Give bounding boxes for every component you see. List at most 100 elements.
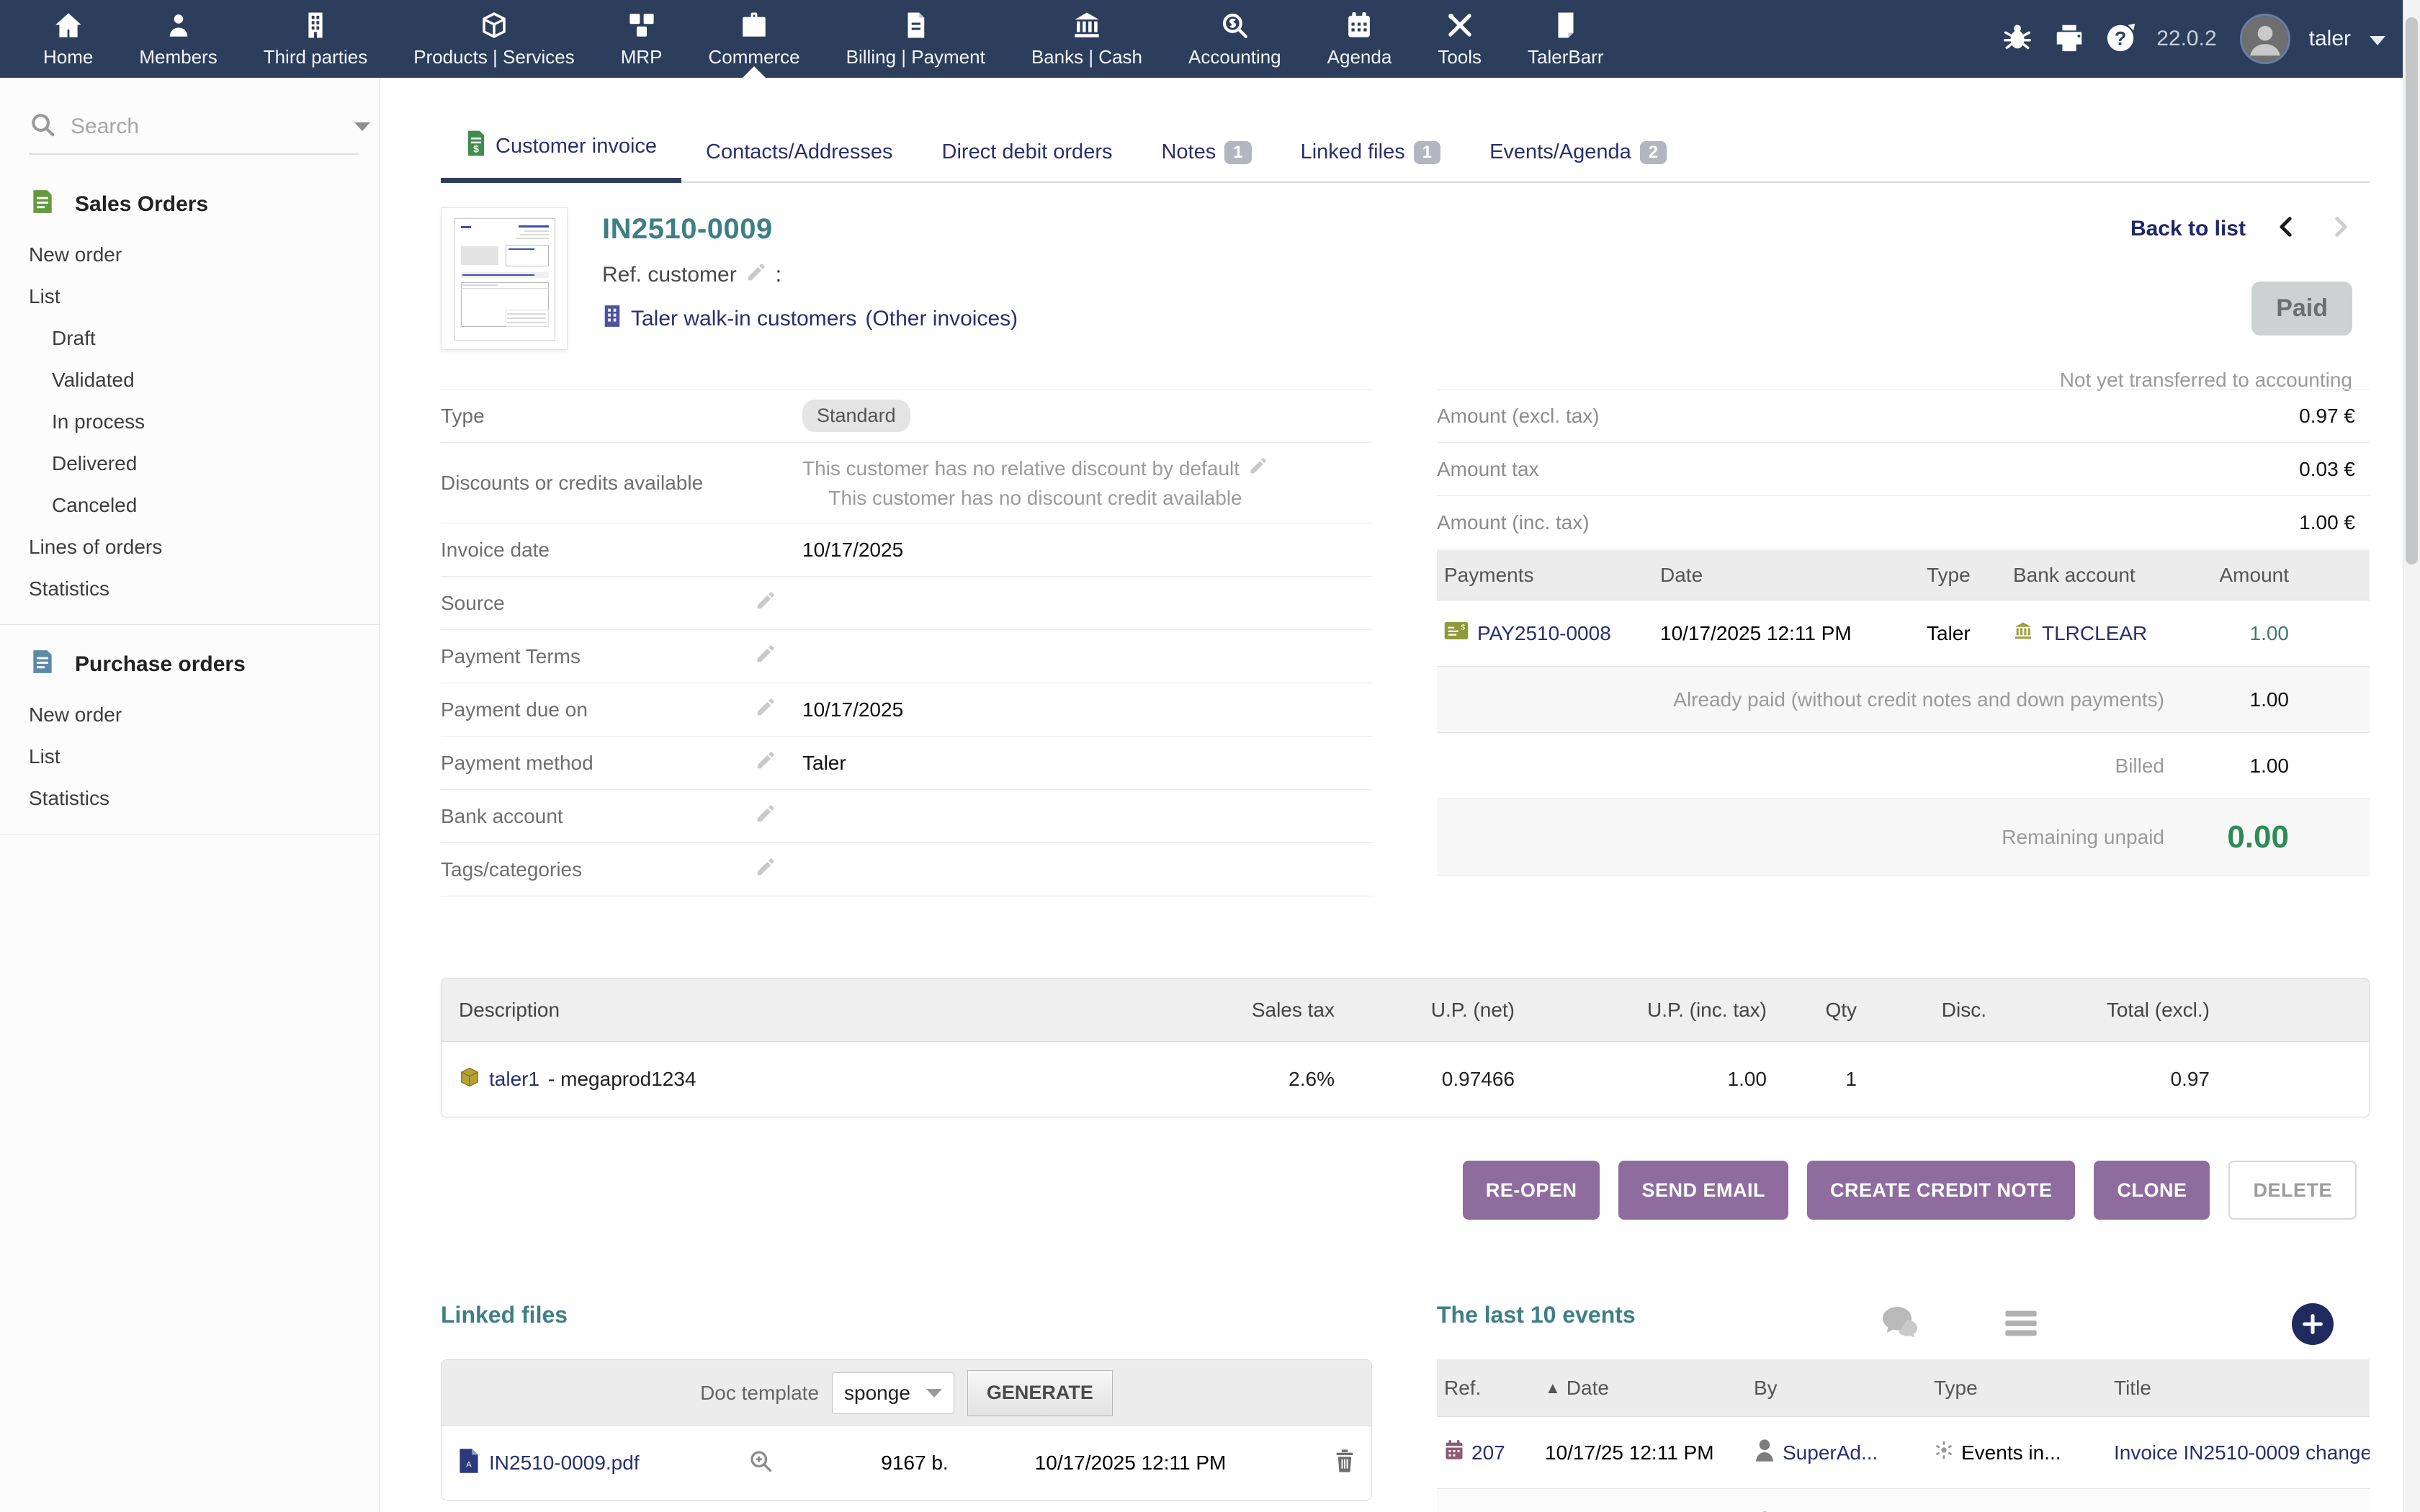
scrollbar-thumb[interactable]: [2406, 17, 2418, 564]
column-header: Amount: [2208, 564, 2370, 587]
mrp-icon: [627, 10, 657, 40]
pencil-icon[interactable]: [755, 803, 776, 829]
sidebar-item-validated[interactable]: Validated: [0, 359, 380, 401]
tab-events-agenda[interactable]: Events/Agenda2: [1465, 140, 1691, 183]
sidebar-item-po-new-order[interactable]: New order: [0, 694, 380, 736]
sidebar-item-po-list[interactable]: List: [0, 736, 380, 778]
nav-billing-payment[interactable]: Billing | Payment: [823, 0, 1008, 78]
company-link[interactable]: Taler walk-in customers: [631, 307, 856, 331]
nav-agenda[interactable]: Agenda: [1304, 0, 1415, 78]
sidebar-item-new-order[interactable]: New order: [0, 234, 380, 276]
pencil-icon[interactable]: [755, 590, 776, 616]
svg-text:$: $: [1461, 624, 1465, 632]
sort-asc-icon[interactable]: ▲: [1545, 1379, 1561, 1398]
sidebar-item-po-statistics[interactable]: Statistics: [0, 778, 380, 819]
invoice-thumbnail-page: [454, 218, 555, 341]
field-row-payment-due-on: Payment due on 10/17/2025: [441, 683, 1372, 737]
tab-label: Customer invoice: [496, 135, 657, 158]
sidebar-item-canceled[interactable]: Canceled: [0, 485, 380, 526]
prev-icon[interactable]: [2275, 213, 2299, 244]
search-input[interactable]: [71, 114, 349, 139]
payment-ref-link[interactable]: PAY2510-0008: [1477, 622, 1611, 645]
nav-label: Agenda: [1327, 46, 1392, 68]
event-ref-link[interactable]: 207: [1471, 1441, 1505, 1464]
sidebar-item-draft[interactable]: Draft: [0, 318, 380, 359]
event-title-link[interactable]: Invoice IN2510-0009 change: [2114, 1441, 2370, 1464]
chat-icon[interactable]: [1880, 1303, 1920, 1343]
dolibarr-app: Home Members Third parties Products | Se…: [0, 0, 2420, 1512]
tools-icon: [1445, 10, 1475, 40]
nav-home[interactable]: Home: [20, 0, 116, 78]
field-label: Type: [441, 405, 755, 428]
page-scrollbar[interactable]: [2403, 0, 2420, 1512]
help-icon[interactable]: ?: [2105, 21, 2138, 58]
nav-commerce[interactable]: Commerce: [686, 0, 823, 78]
create-credit-note-button[interactable]: CREATE CREDIT NOTE: [1807, 1161, 2076, 1220]
sidebar-item-lines-of-orders[interactable]: Lines of orders: [0, 526, 380, 568]
nav-members[interactable]: Members: [116, 0, 240, 78]
field-row-payment-terms: Payment Terms: [441, 630, 1372, 683]
invoice-thumbnail[interactable]: [441, 207, 568, 350]
pencil-icon[interactable]: [755, 643, 776, 670]
doc-template-select[interactable]: sponge: [832, 1372, 954, 1414]
tab-badge: 1: [1414, 141, 1440, 164]
bug-report-icon[interactable]: [2001, 21, 2034, 58]
nav-mrp[interactable]: MRP: [598, 0, 686, 78]
event-author-link[interactable]: SuperAd...: [1783, 1441, 1878, 1464]
version-label: 22.0.2: [2156, 27, 2216, 51]
nav-talerbarr[interactable]: TalerBarr: [1505, 0, 1626, 78]
search-dropdown-caret[interactable]: [354, 122, 370, 131]
billed-label: Billed: [2115, 755, 2208, 778]
delete-button[interactable]: DELETE: [2228, 1161, 2357, 1220]
list-icon[interactable]: [2002, 1308, 2040, 1343]
other-invoices-link[interactable]: (Other invoices): [865, 307, 1018, 331]
print-icon[interactable]: [2053, 21, 2086, 58]
send-email-button[interactable]: SEND EMAIL: [1618, 1161, 1788, 1220]
tab-linked-files[interactable]: Linked files1: [1276, 140, 1465, 183]
payment-amount: 1.00: [2208, 622, 2370, 645]
avatar[interactable]: [2240, 14, 2290, 64]
reopen-button[interactable]: RE-OPEN: [1463, 1161, 1600, 1220]
column-header: Qty: [1774, 999, 1864, 1022]
field-label: Invoice date: [441, 539, 755, 562]
sidebar-item-in-process[interactable]: In process: [0, 401, 380, 443]
back-to-list-link[interactable]: Back to list: [2130, 217, 2246, 241]
tab-direct-debit-orders[interactable]: Direct debit orders: [918, 140, 1137, 183]
billed-row: Billed 1.00: [1437, 733, 2370, 799]
pencil-icon[interactable]: [745, 261, 767, 289]
tab-customer-invoice[interactable]: $ Customer invoice: [441, 130, 681, 183]
pencil-icon[interactable]: [755, 696, 776, 723]
nav-products-services[interactable]: Products | Services: [390, 0, 598, 78]
tab-contacts-addresses[interactable]: Contacts/Addresses: [681, 140, 918, 183]
column-header[interactable]: Date: [1567, 1377, 1609, 1400]
zoom-plus-icon[interactable]: [748, 1448, 774, 1479]
doc-green-icon: [29, 188, 56, 221]
product-link[interactable]: taler1: [489, 1068, 539, 1091]
tab-notes[interactable]: Notes1: [1137, 140, 1276, 183]
file-name-link[interactable]: IN2510-0009.pdf: [489, 1452, 640, 1475]
sidebar-item-delivered[interactable]: Delivered: [0, 443, 380, 485]
remaining-unpaid-row: Remaining unpaid 0.00: [1437, 799, 2370, 876]
nav-banks-cash[interactable]: Banks | Cash: [1008, 0, 1165, 78]
nav-label: Third parties: [264, 46, 368, 68]
user-avatar-icon: [1754, 1438, 1775, 1467]
column-header: Sales tax: [1090, 999, 1342, 1022]
add-icon[interactable]: [2292, 1303, 2334, 1345]
clone-button[interactable]: CLONE: [2094, 1161, 2210, 1220]
event-type: Events in...: [1961, 1441, 2061, 1464]
pencil-icon[interactable]: [755, 856, 776, 883]
user-name[interactable]: taler: [2309, 27, 2351, 51]
sidebar-item-list[interactable]: List: [0, 276, 380, 318]
chevron-down-icon[interactable]: [2370, 36, 2385, 45]
nav-tools[interactable]: Tools: [1415, 0, 1505, 78]
tab-label: Contacts/Addresses: [706, 140, 893, 164]
bank-account-link[interactable]: TLRCLEAR: [2042, 622, 2147, 645]
pencil-icon[interactable]: [755, 750, 776, 776]
nav-accounting[interactable]: Accounting: [1165, 0, 1304, 78]
nav-label: Members: [139, 46, 217, 68]
trash-icon[interactable]: [1334, 1449, 1355, 1478]
pencil-icon[interactable]: [1248, 456, 1268, 481]
nav-third-parties[interactable]: Third parties: [241, 0, 391, 78]
sidebar-item-statistics[interactable]: Statistics: [0, 568, 380, 610]
generate-button[interactable]: GENERATE: [967, 1370, 1113, 1416]
